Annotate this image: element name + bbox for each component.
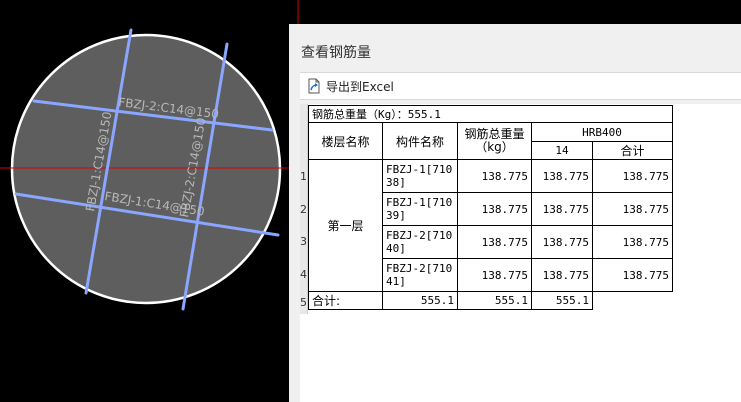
export-excel-button[interactable]: 导出到Excel	[306, 76, 394, 96]
d14-cell[interactable]: 555.1	[457, 291, 532, 310]
total-weight-cell[interactable]: 138.775	[457, 192, 532, 226]
export-icon	[308, 78, 320, 94]
dialog-toolbar: 导出到Excel	[300, 72, 741, 100]
row-number-column: 1 2 3 4 5	[300, 104, 308, 314]
header-total-weight: 钢筋总重量（kg）	[457, 122, 532, 160]
total-weight-cell[interactable]: 138.775	[457, 225, 532, 259]
table-row[interactable]: 第一层 FBZJ-1[71038] 138.775 138.775 138.77…	[308, 159, 673, 292]
rebar-grid: 1 2 3 4 5 钢筋总重量（Kg）：555.1 楼层名称 构件名称 钢筋总重…	[300, 104, 741, 402]
d14-cell[interactable]: 138.775	[531, 258, 593, 292]
row-number[interactable]: 5	[300, 296, 307, 309]
rebar-quantity-dialog: 查看钢筋量 导出到Excel 1 2 3 4 5 钢筋总重量（Kg）：555.1…	[289, 24, 741, 402]
row-number[interactable]: 1	[300, 170, 307, 183]
subtotal-cell[interactable]: 138.775	[592, 225, 673, 259]
total-weight-cell[interactable]: 138.775	[457, 258, 532, 292]
d14-cell[interactable]: 138.775	[531, 225, 593, 259]
circular-slab[interactable]	[10, 33, 282, 305]
subtotal-cell[interactable]: 138.775	[592, 258, 673, 292]
header-floor: 楼层名称	[308, 122, 383, 160]
total-weight-cell[interactable]: 555.1	[382, 291, 458, 310]
header-subtotal: 合计	[592, 141, 673, 160]
row-number[interactable]: 3	[300, 235, 307, 248]
floor-cell[interactable]: 第一层	[308, 159, 383, 292]
rebar-quantity-table: 钢筋总重量（Kg）：555.1 楼层名称 构件名称 钢筋总重量（kg） HRB4…	[308, 105, 673, 310]
header-grade: HRB400	[531, 122, 673, 142]
export-excel-label: 导出到Excel	[326, 79, 394, 94]
subtotal-cell[interactable]: 138.775	[592, 159, 673, 193]
component-cell[interactable]: FBZJ-2[71041]	[382, 258, 458, 292]
total-weight-cell[interactable]: 138.775	[457, 159, 532, 193]
component-cell[interactable]: FBZJ-1[71039]	[382, 192, 458, 226]
total-row[interactable]: 合计: 555.1 555.1 555.1	[308, 291, 673, 310]
d14-cell[interactable]: 138.775	[531, 159, 593, 193]
d14-cell[interactable]: 138.775	[531, 192, 593, 226]
total-label-cell[interactable]: 合计:	[308, 291, 383, 310]
header-row: 楼层名称 构件名称 钢筋总重量（kg） HRB400	[308, 122, 673, 160]
dialog-title: 查看钢筋量	[301, 45, 371, 61]
component-cell[interactable]: FBZJ-2[71040]	[382, 225, 458, 259]
subtotal-cell[interactable]: 555.1	[531, 291, 593, 310]
component-cell[interactable]: FBZJ-1[71038]	[382, 159, 458, 193]
header-component: 构件名称	[382, 122, 458, 160]
total-weight-summary: 钢筋总重量（Kg）：555.1	[308, 105, 673, 123]
header-diameter: 14	[531, 141, 593, 160]
row-number[interactable]: 4	[300, 268, 307, 281]
summary-row: 钢筋总重量（Kg）：555.1	[308, 105, 673, 123]
row-number[interactable]: 2	[300, 203, 307, 216]
subtotal-cell[interactable]: 138.775	[592, 192, 673, 226]
